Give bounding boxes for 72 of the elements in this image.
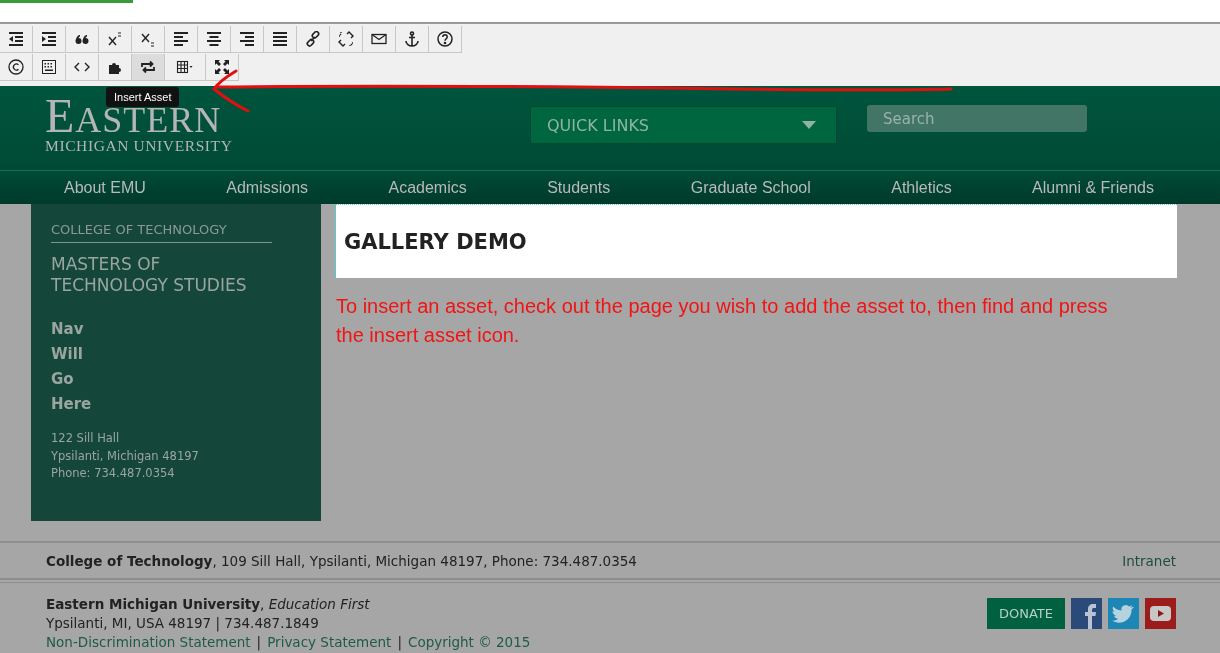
address-line: 122 Sill Hall — [51, 430, 121, 447]
keyboard-icon — [41, 59, 57, 75]
separator: | — [397, 633, 402, 651]
search-field[interactable]: Search — [867, 105, 1087, 132]
sidebar-link[interactable]: Will — [51, 342, 301, 367]
address-line: Phone: 734.487.0354 — [51, 465, 176, 482]
sidebar-link[interactable]: Go — [51, 367, 301, 392]
sidebar-link[interactable]: Here — [51, 392, 301, 417]
main-menu-link[interactable]: Students — [547, 178, 611, 197]
copyright-button[interactable] — [0, 54, 33, 81]
footer-link[interactable]: Privacy Statement — [267, 633, 392, 651]
address-line: Ypsilanti, Michigan 48197 — [51, 447, 200, 465]
align-left-icon — [173, 31, 189, 47]
subscript-button[interactable] — [132, 26, 165, 53]
broken-link-button[interactable] — [330, 26, 363, 53]
puzzle-piece-button[interactable] — [99, 54, 132, 81]
justify-button[interactable] — [264, 26, 297, 53]
outdent-button[interactable] — [0, 26, 33, 53]
superscript-button[interactable] — [99, 26, 132, 53]
keyboard-button[interactable] — [33, 54, 66, 81]
help-button[interactable] — [429, 26, 462, 53]
college-title[interactable]: COLLEGE OF TECHNOLOGY — [51, 222, 272, 243]
facebook-icon[interactable] — [1071, 598, 1102, 629]
tooltip: Insert Asset — [106, 87, 180, 107]
fullscreen-icon — [214, 59, 230, 75]
anchor-button[interactable] — [396, 26, 429, 53]
main-menu-link[interactable]: Athletics — [891, 178, 952, 197]
chain-link-button[interactable] — [297, 26, 330, 53]
page-title: GALLERY DEMO — [344, 229, 527, 254]
envelope-button[interactable] — [363, 26, 396, 53]
anchor-icon — [404, 31, 420, 47]
main-menu-link[interactable]: Academics — [388, 178, 467, 197]
main-menu-link[interactable]: Admissions — [226, 178, 309, 197]
repeat-arrows-icon — [140, 59, 156, 75]
subscript-icon — [140, 31, 156, 47]
donate-button[interactable]: DONATE — [987, 598, 1065, 629]
envelope-icon — [371, 31, 387, 47]
align-center-icon — [206, 31, 222, 47]
university-tagline: Eastern Michigan University, Education First — [46, 595, 371, 613]
align-right-icon — [239, 31, 255, 47]
main-menu-link[interactable]: Graduate School — [690, 178, 811, 197]
outdent-icon — [8, 31, 24, 47]
play-icon[interactable] — [1145, 598, 1176, 629]
program-title[interactable]: MASTERS OF TECHNOLOGY STUDIES — [51, 254, 281, 296]
caret-icon — [802, 121, 816, 129]
annotation-text: To insert an asset, check out the page you wish to add the asset to, then find and press the insert asset icon. — [336, 294, 1109, 348]
fullscreen-button[interactable] — [206, 54, 239, 81]
footer-link[interactable]: Non-Discrimination Statement — [46, 633, 251, 651]
chain-link-icon — [305, 31, 321, 47]
repeat-arrows-button[interactable] — [132, 54, 165, 81]
separator: | — [256, 633, 262, 651]
help-icon — [437, 31, 453, 47]
table-button[interactable] — [165, 54, 206, 81]
main-menu-link[interactable]: Alumni & Friends — [1032, 178, 1154, 197]
quote-button[interactable] — [66, 26, 99, 53]
copyright-icon — [8, 59, 24, 75]
main-menu-link[interactable]: About EMU — [64, 178, 146, 197]
logo-subtitle: MICHIGAN UNIVERSITY — [45, 137, 233, 155]
indent-button[interactable] — [33, 26, 66, 53]
align-left-button[interactable] — [165, 26, 198, 53]
intranet-link[interactable]: Intranet — [1122, 552, 1176, 569]
align-center-button[interactable] — [198, 26, 231, 53]
college-info: College of Technology, 109 Sill Hall, Ypsilanti, Michigan 48197, Phone: 734.487.0354 — [46, 552, 637, 569]
superscript-icon — [107, 31, 123, 47]
university-address: Ypsilanti, MI, USA 48197 | 734.487.1849 — [46, 614, 320, 632]
align-right-button[interactable] — [231, 26, 264, 53]
sidebar-link[interactable]: Nav — [51, 317, 301, 342]
justify-icon — [272, 31, 288, 47]
quick-links-dropdown[interactable]: QUICK LINKS — [530, 106, 837, 144]
footer-link[interactable]: Copyright © 2015 — [407, 633, 531, 651]
indent-icon — [41, 31, 57, 47]
bird-icon[interactable] — [1108, 598, 1139, 629]
